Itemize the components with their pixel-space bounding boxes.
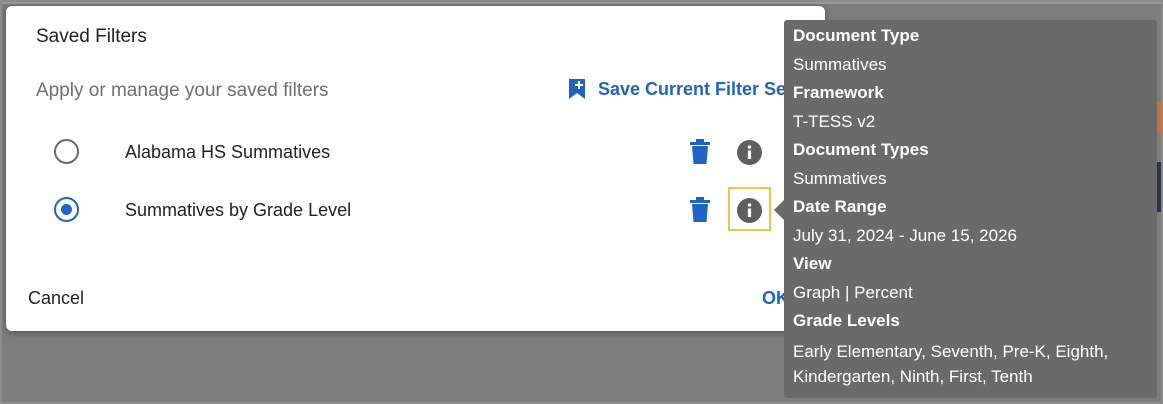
saved-filter-row: Summatives by Grade Level <box>6 187 825 231</box>
saved-filter-row: Alabama HS Summatives <box>6 132 825 172</box>
filter-label: Alabama HS Summatives <box>125 142 331 162</box>
saved-filters-dialog: Saved Filters Apply or manage your saved… <box>6 6 825 331</box>
tooltip-label: Date Range <box>793 197 887 216</box>
trash-icon[interactable] <box>688 139 712 165</box>
tooltip-value: T-TESS v2 <box>793 112 876 131</box>
tooltip-value-line: Kindergarten, Ninth, First, Tenth <box>793 367 1033 386</box>
tooltip-label: Framework <box>793 83 884 102</box>
info-icon[interactable] <box>737 198 762 223</box>
cancel-button[interactable]: Cancel <box>28 288 84 309</box>
bookmark-add-icon <box>569 79 585 99</box>
tooltip-value: Summatives <box>793 55 887 74</box>
tooltip-value: Graph | Percent <box>793 283 913 302</box>
filter-radio-grade-level[interactable] <box>54 197 79 222</box>
save-current-filter-set-label: Save Current Filter Set <box>598 78 793 99</box>
backdrop-edge <box>2 2 1161 4</box>
tooltip-arrow <box>774 200 784 220</box>
filter-label: Summatives by Grade Level <box>125 200 352 220</box>
dialog-subtitle: Apply or manage your saved filters <box>36 80 329 101</box>
filter-details-tooltip: Document Type Summatives Framework T-TES… <box>784 20 1157 398</box>
tooltip-label: Grade Levels <box>793 311 900 330</box>
filter-radio-alabama[interactable] <box>54 139 79 164</box>
tooltip-value: July 31, 2024 - June 15, 2026 <box>793 226 1017 245</box>
tooltip-label: Document Type <box>793 26 920 45</box>
screen-backdrop: Saved Filters Apply or manage your saved… <box>0 0 1163 404</box>
tooltip-label: View <box>793 254 832 273</box>
tooltip-value-line: Early Elementary, Seventh, Pre-K, Eighth… <box>793 342 1109 361</box>
tooltip-value: Summatives <box>793 169 887 188</box>
tooltip-label: Document Types <box>793 140 929 159</box>
trash-icon[interactable] <box>688 197 712 223</box>
save-current-filter-set-button[interactable]: Save Current Filter Set <box>568 78 792 100</box>
info-icon[interactable] <box>737 140 762 165</box>
tooltip-value: Early Elementary, Seventh, Pre-K, Eighth… <box>793 339 1148 389</box>
dialog-title: Saved Filters <box>36 26 147 47</box>
